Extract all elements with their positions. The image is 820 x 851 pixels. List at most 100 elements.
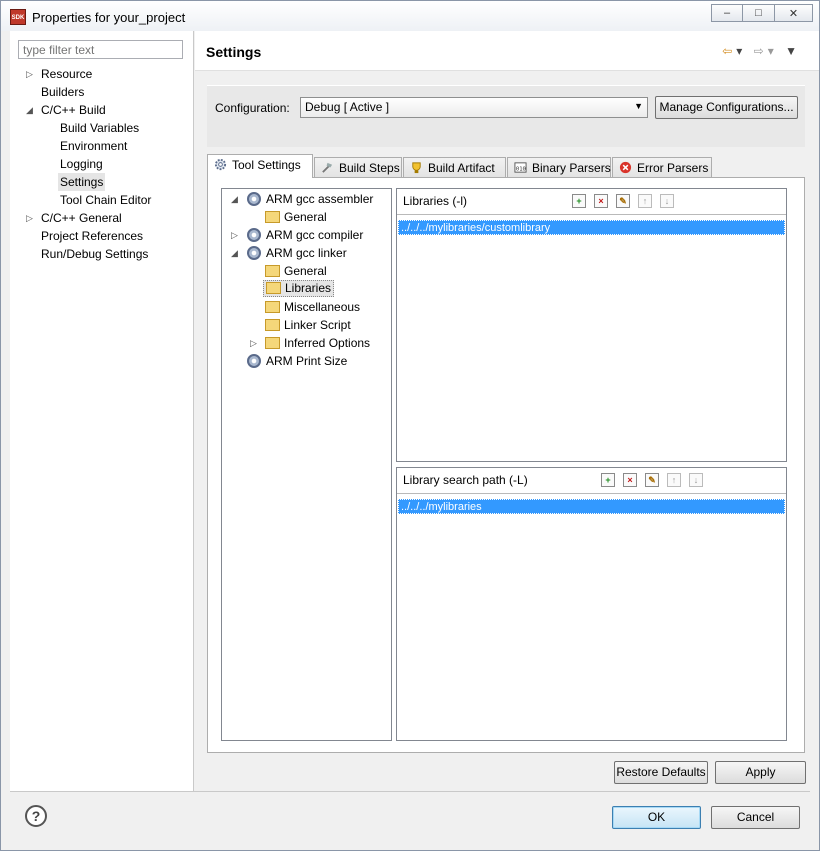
- tree-item-tool-chain-editor[interactable]: Tool Chain Editor: [60, 191, 151, 209]
- search-path-toolbar: + × ✎ ↑ ↓: [601, 473, 703, 487]
- expand-arrow-icon[interactable]: ▷: [26, 209, 33, 227]
- tool-item-label: Miscellaneous: [284, 300, 361, 314]
- restore-defaults-button[interactable]: Restore Defaults: [614, 761, 708, 784]
- configuration-label: Configuration:: [215, 101, 290, 115]
- filter-input[interactable]: [18, 40, 183, 59]
- delete-icon[interactable]: ×: [623, 473, 637, 487]
- move-down-icon[interactable]: ↓: [660, 194, 674, 208]
- gear-icon: [247, 354, 261, 368]
- libraries-toolbar: + × ✎ ↑ ↓: [572, 194, 674, 208]
- footer-separator: [10, 791, 810, 792]
- folder-settings-icon: [265, 319, 280, 331]
- tool-item-linker-general[interactable]: General: [265, 262, 327, 280]
- edit-icon[interactable]: ✎: [645, 473, 659, 487]
- collapse-arrow-icon[interactable]: ◢: [26, 101, 33, 119]
- gear-icon: [247, 228, 261, 242]
- tab-label: Build Artifact: [428, 161, 495, 175]
- move-down-icon[interactable]: ↓: [689, 473, 703, 487]
- tree-item-settings[interactable]: Settings: [58, 173, 106, 191]
- configuration-select[interactable]: Debug [ Active ] ▼: [300, 97, 648, 118]
- back-dropdown-icon[interactable]: ▾: [736, 44, 746, 58]
- forward-arrow-icon[interactable]: ⇨: [754, 44, 768, 58]
- binary-icon: 010: [514, 162, 527, 173]
- search-path-header: Library search path (-L) + × ✎ ↑ ↓: [397, 468, 786, 494]
- property-page-tree-panel: ▷ Resource Builders ◢ C/C++ Build Build …: [10, 31, 194, 791]
- close-button[interactable]: ✕: [775, 4, 813, 22]
- apply-button[interactable]: Apply: [715, 761, 806, 784]
- tool-item-assembler-general[interactable]: General: [265, 208, 327, 226]
- tree-item-label: C/C++ Build: [41, 103, 106, 117]
- help-icon[interactable]: ?: [25, 805, 47, 827]
- tool-item-label: Inferred Options: [284, 336, 371, 350]
- tab-tool-settings[interactable]: Tool Settings: [207, 154, 313, 178]
- expand-arrow-icon[interactable]: ▷: [231, 226, 238, 244]
- trophy-icon: [412, 162, 421, 174]
- window-controls: ‒ □ ✕: [711, 4, 813, 22]
- gear-icon: [247, 246, 261, 260]
- folder-settings-icon: [265, 211, 280, 223]
- page-title: Settings: [206, 44, 262, 60]
- page-header: Settings ⇦▾ ⇨▾ ▼: [195, 31, 819, 71]
- library-list-item[interactable]: ../../../mylibraries/customlibrary: [398, 220, 785, 235]
- tool-item-arm-print-size[interactable]: ARM Print Size: [247, 352, 347, 370]
- move-up-icon[interactable]: ↑: [667, 473, 681, 487]
- libraries-title: Libraries (-l): [403, 194, 468, 208]
- tool-tree: ◢ ARM gcc assembler General ▷ ARM gcc co…: [221, 188, 392, 741]
- tool-item-label: ARM Print Size: [266, 354, 348, 368]
- tab-label: Error Parsers: [637, 161, 709, 175]
- tool-item-linker-script[interactable]: Linker Script: [265, 316, 351, 334]
- configuration-value: Debug [ Active ]: [305, 100, 390, 114]
- tool-item-label: Libraries: [285, 281, 332, 295]
- ok-button[interactable]: OK: [612, 806, 701, 829]
- tab-label: Binary Parsers: [532, 161, 611, 175]
- tool-item-libraries[interactable]: Libraries: [263, 280, 335, 297]
- libraries-panel: Libraries (-l) + × ✎ ↑ ↓ ../../../mylibr…: [396, 188, 787, 462]
- tree-item-builders[interactable]: Builders: [41, 83, 84, 101]
- svg-text:010: 010: [516, 166, 526, 172]
- forward-dropdown-icon[interactable]: ▾: [768, 44, 778, 58]
- cancel-button[interactable]: Cancel: [711, 806, 800, 829]
- libraries-header: Libraries (-l) + × ✎ ↑ ↓: [397, 189, 786, 215]
- tool-item-label: General: [284, 210, 327, 224]
- folder-settings-icon: [265, 337, 280, 349]
- search-path-list-item[interactable]: ../../../mylibraries: [398, 499, 785, 514]
- collapse-arrow-icon[interactable]: ◢: [231, 244, 238, 262]
- back-arrow-icon[interactable]: ⇦: [722, 44, 736, 58]
- tool-item-label: ARM gcc compiler: [266, 228, 364, 242]
- hammer-icon: [322, 162, 333, 173]
- tool-item-label: Linker Script: [284, 318, 351, 332]
- tree-item-logging[interactable]: Logging: [60, 155, 103, 173]
- collapse-arrow-icon[interactable]: ◢: [231, 190, 238, 208]
- app-icon: SDK: [10, 9, 26, 25]
- tree-item-project-references[interactable]: Project References: [41, 227, 143, 245]
- properties-window: SDK Properties for your_project ‒ □ ✕ ▷ …: [0, 0, 820, 851]
- minimize-button[interactable]: ‒: [711, 4, 743, 22]
- manage-configurations-button[interactable]: Manage Configurations...: [655, 96, 798, 119]
- tree-item-run-debug-settings[interactable]: Run/Debug Settings: [41, 245, 148, 263]
- tab-label: Tool Settings: [232, 158, 301, 172]
- gear-icon: [247, 192, 261, 206]
- tree-item-environment[interactable]: Environment: [60, 137, 127, 155]
- tree-item-label: C/C++ General: [41, 211, 122, 225]
- tab-error-parsers[interactable]: Error Parsers: [612, 157, 712, 177]
- delete-icon[interactable]: ×: [594, 194, 608, 208]
- add-icon[interactable]: +: [572, 194, 586, 208]
- title-bar: SDK Properties for your_project ‒ □ ✕: [1, 1, 819, 31]
- folder-settings-icon: [265, 265, 280, 277]
- tool-item-miscellaneous[interactable]: Miscellaneous: [265, 298, 360, 316]
- maximize-button[interactable]: □: [743, 4, 775, 22]
- expand-arrow-icon[interactable]: ▷: [250, 334, 257, 352]
- edit-icon[interactable]: ✎: [616, 194, 630, 208]
- tab-build-artifact[interactable]: Build Artifact: [403, 157, 506, 177]
- tab-binary-parsers[interactable]: 010 Binary Parsers: [507, 157, 611, 177]
- search-path-title: Library search path (-L): [403, 473, 528, 487]
- tool-item-label: General: [284, 264, 327, 278]
- move-up-icon[interactable]: ↑: [638, 194, 652, 208]
- gear-icon: [214, 158, 227, 171]
- view-menu-icon[interactable]: ▼: [785, 44, 801, 58]
- add-icon[interactable]: +: [601, 473, 615, 487]
- tree-item-build-variables[interactable]: Build Variables: [60, 119, 139, 137]
- tab-build-steps[interactable]: Build Steps: [314, 157, 402, 177]
- expand-arrow-icon[interactable]: ▷: [26, 65, 33, 83]
- tool-item-label: ARM gcc linker: [266, 246, 347, 260]
